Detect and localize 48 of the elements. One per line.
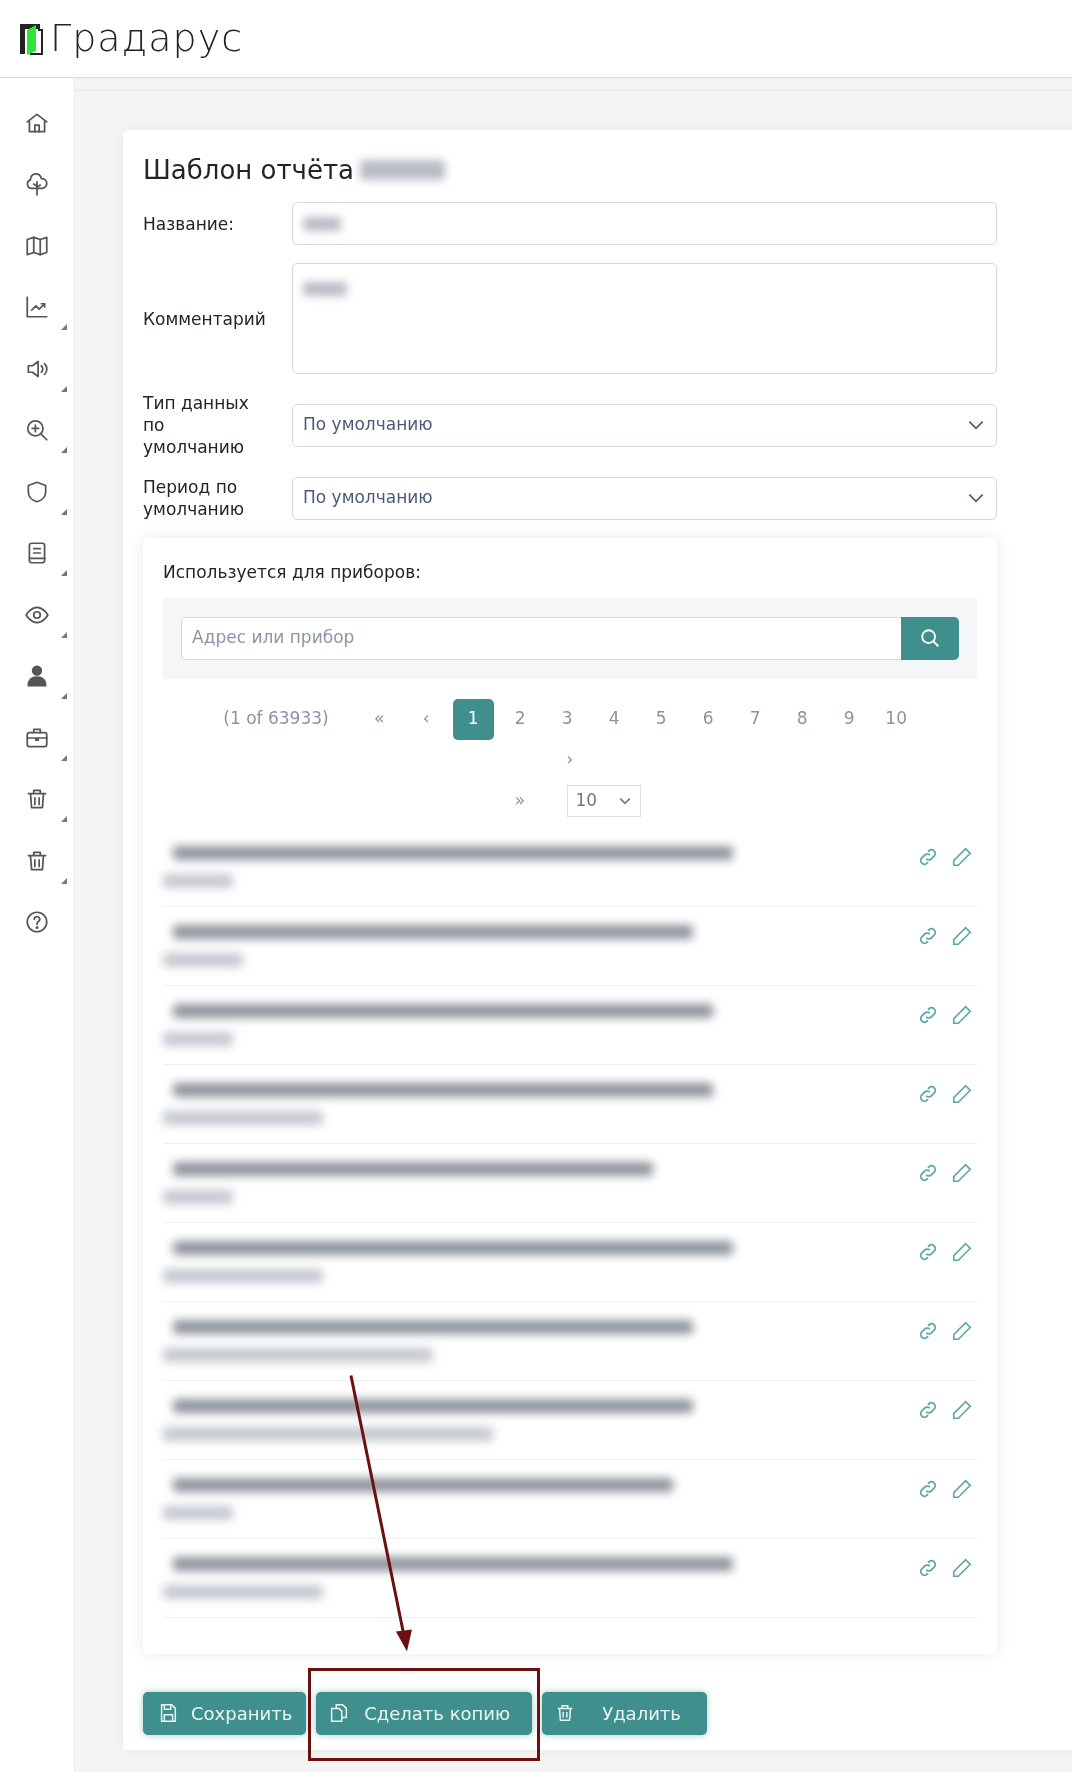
field-label: Тип данных по умолчанию <box>143 392 250 458</box>
page-button[interactable]: 4 <box>593 698 635 740</box>
search-button[interactable] <box>901 616 959 660</box>
edit-icon[interactable] <box>951 1003 973 1026</box>
chart-icon[interactable] <box>24 294 50 321</box>
edit-icon[interactable] <box>951 1319 973 1342</box>
select-field[interactable]: По умолчанию <box>292 476 997 520</box>
edit-icon[interactable] <box>951 1556 973 1579</box>
field-label: Период по умолчанию <box>143 476 246 520</box>
logo-icon <box>18 21 44 56</box>
save-button[interactable]: Сохранить <box>143 1691 307 1735</box>
edit-icon[interactable] <box>951 1398 973 1421</box>
comment-field[interactable] <box>292 263 997 374</box>
previous-page-button[interactable]: ‹ <box>405 698 447 740</box>
field-label: Название: <box>143 212 236 235</box>
select-field[interactable]: По умолчанию <box>292 403 997 447</box>
edit-icon[interactable] <box>951 1161 973 1184</box>
last-page-button[interactable]: » <box>499 780 541 822</box>
page-button[interactable]: 2 <box>499 698 541 740</box>
page-button[interactable]: 5 <box>640 698 682 740</box>
edit-icon[interactable] <box>951 1240 973 1263</box>
page-title: Шаблон отчёта <box>143 153 355 187</box>
search-icon <box>919 627 941 649</box>
delete-button[interactable]: Удалить <box>542 1691 707 1735</box>
page-button[interactable]: 6 <box>687 698 729 740</box>
page-button[interactable]: 9 <box>828 698 870 740</box>
page-button[interactable]: 1 <box>452 698 494 740</box>
section-heading: Используется для приборов: <box>163 561 422 584</box>
edit-icon[interactable] <box>951 1082 973 1105</box>
page-button[interactable]: 10 <box>875 698 917 740</box>
page-button[interactable]: 8 <box>781 698 823 740</box>
field-label: Комментарий <box>143 307 263 330</box>
next-page-button[interactable]: › <box>549 739 591 781</box>
page-button[interactable]: 3 <box>546 698 588 740</box>
first-page-button[interactable]: « <box>358 698 400 740</box>
edit-icon[interactable] <box>951 845 973 868</box>
name-field[interactable] <box>292 202 997 245</box>
tree-icon[interactable] <box>24 171 50 198</box>
search-field[interactable]: Адрес или прибор <box>181 616 901 660</box>
logo-text: Градарус <box>50 15 244 62</box>
edit-icon[interactable] <box>951 1477 973 1500</box>
page-summary: (1 of 63933) <box>223 707 329 731</box>
edit-icon[interactable] <box>951 924 973 947</box>
page-button[interactable]: 7 <box>734 698 776 740</box>
zoom-in-icon[interactable] <box>24 417 50 444</box>
help-icon[interactable] <box>24 909 50 936</box>
copy-button[interactable]: Сделать копию <box>316 1691 533 1735</box>
page-size-select[interactable]: 10 <box>566 785 641 817</box>
